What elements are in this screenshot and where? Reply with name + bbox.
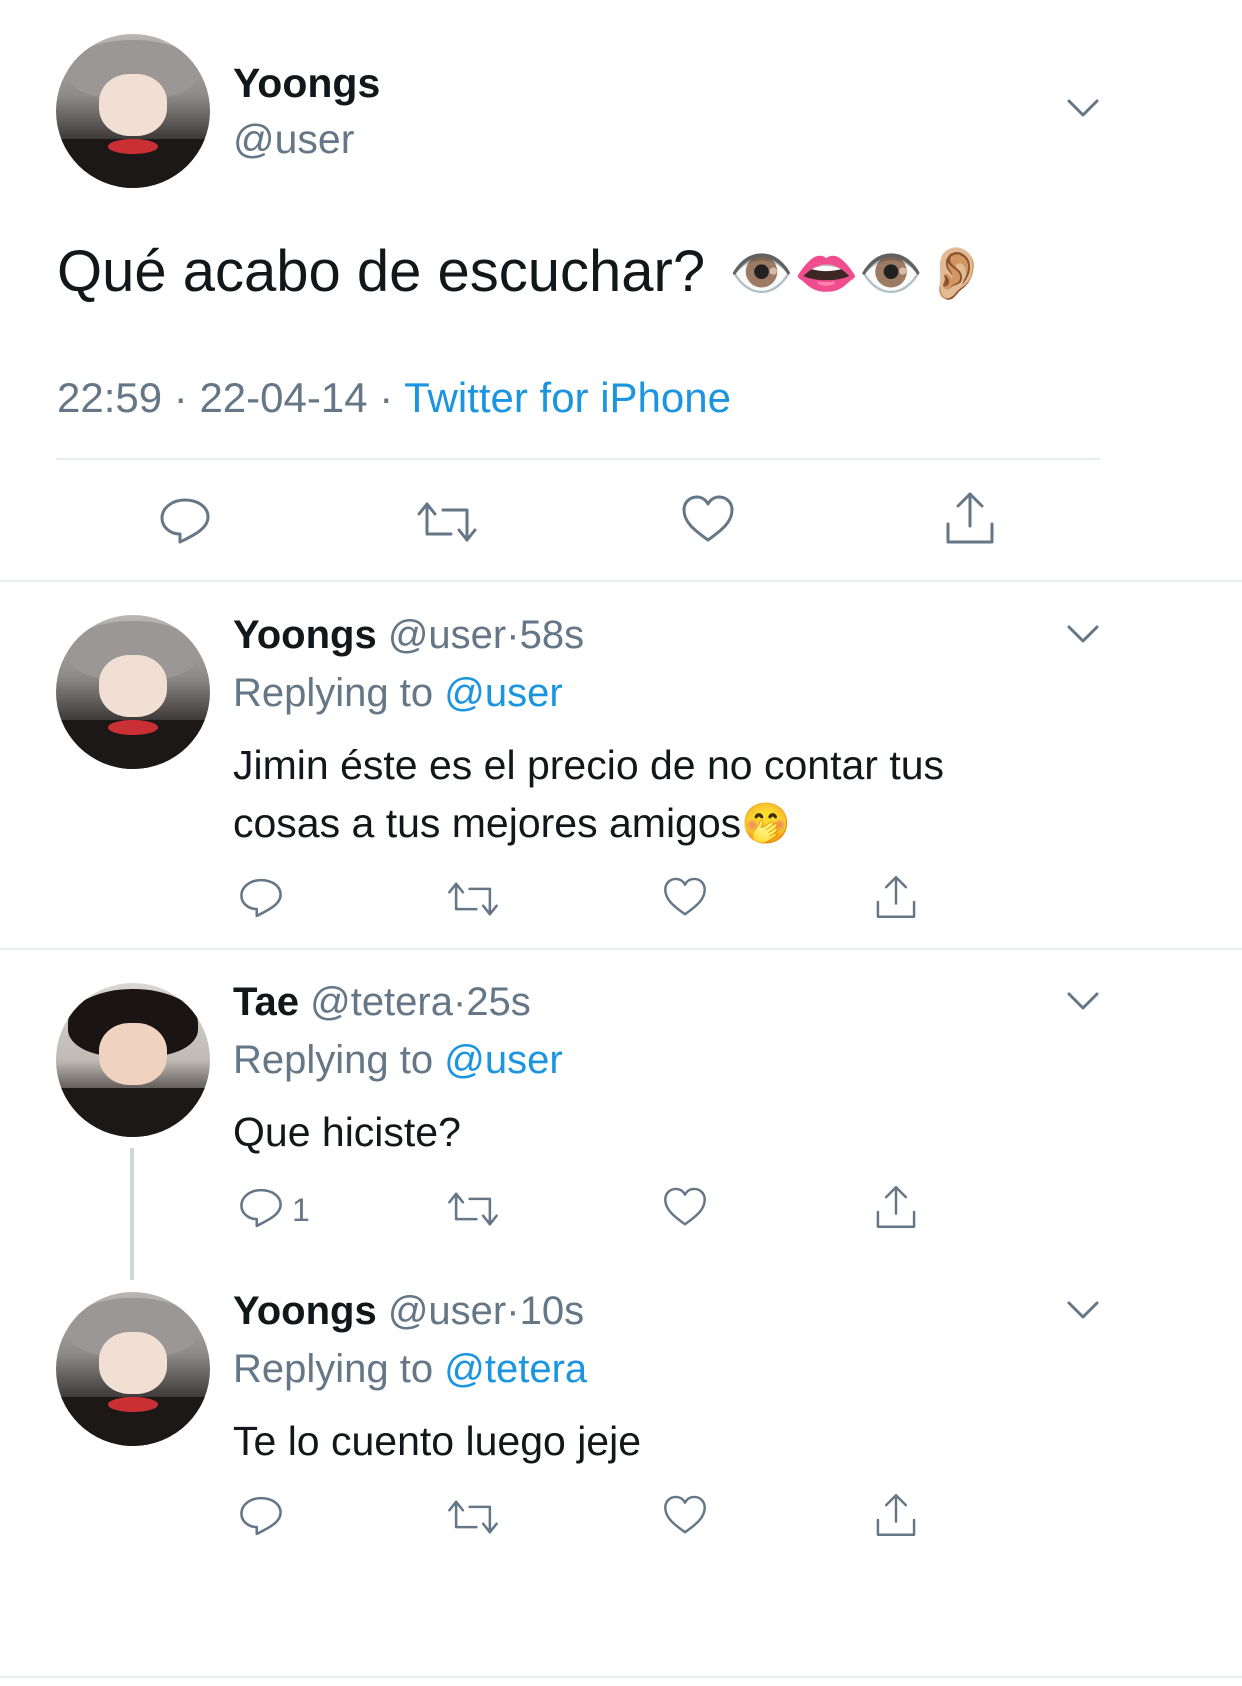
handle[interactable]: @user: [233, 116, 354, 163]
tweet-time: 22:59: [57, 374, 163, 421]
avatar-yoongs[interactable]: [56, 1292, 210, 1446]
display-name[interactable]: Yoongs: [233, 613, 377, 657]
retweet-icon[interactable]: [446, 880, 500, 918]
chevron-down-icon[interactable]: [1066, 622, 1100, 646]
replying-to-handle[interactable]: @user: [444, 1038, 562, 1082]
replying-to: Replying to @user: [233, 1038, 563, 1083]
reply-icon[interactable]: [238, 1186, 284, 1230]
divider: [56, 458, 1100, 460]
handle[interactable]: @tetera: [310, 980, 453, 1024]
chevron-down-icon[interactable]: [1066, 989, 1100, 1013]
tweet-date: 22-04-14: [199, 374, 368, 421]
replying-to-handle[interactable]: @tetera: [444, 1347, 587, 1391]
separator: ·: [452, 980, 467, 1024]
separator: ·: [506, 1289, 520, 1333]
reply-header: Yoongs @user·58s: [233, 613, 584, 658]
divider: [0, 948, 1242, 950]
replying-to-label: Replying to: [233, 1038, 434, 1082]
reply-header: Tae @tetera·25s: [233, 980, 531, 1025]
divider: [0, 1676, 1242, 1678]
reply-text: Que hiciste?: [233, 1109, 461, 1155]
tweet-text-content: Qué acabo de escuchar?: [57, 239, 706, 304]
like-icon[interactable]: [662, 876, 708, 918]
avatar-tae[interactable]: [56, 983, 210, 1137]
tweet-age: 25s: [466, 980, 531, 1024]
reply-icon[interactable]: [238, 876, 284, 920]
reply-text-line2: cosas a tus mejores amigos🤭: [233, 800, 791, 847]
separator: ·: [379, 374, 394, 421]
tweet-age: 58s: [519, 613, 585, 657]
handle[interactable]: @user: [388, 1289, 506, 1333]
retweet-icon[interactable]: [415, 500, 479, 544]
separator: ·: [506, 613, 520, 657]
reply-emoji: 🤭: [741, 802, 791, 846]
reply-text-line1: Jimin éste es el precio de no contar tus: [233, 742, 945, 788]
reply-text: Te lo cuento luego jeje: [233, 1418, 642, 1464]
display-name[interactable]: Tae: [233, 980, 299, 1024]
retweet-icon[interactable]: [446, 1190, 500, 1228]
like-icon[interactable]: [662, 1494, 708, 1536]
share-icon[interactable]: [874, 1184, 918, 1230]
thread-line: [130, 1148, 134, 1280]
tweet-text: Qué acabo de escuchar? 👁️👄👁️👂🏼: [57, 238, 988, 305]
replying-to-handle[interactable]: @user: [444, 671, 562, 715]
reply-count: 1: [292, 1192, 310, 1228]
replying-to: Replying to @tetera: [233, 1347, 587, 1392]
like-icon[interactable]: [680, 494, 736, 544]
display-name[interactable]: Yoongs: [233, 60, 380, 107]
retweet-icon[interactable]: [446, 1498, 500, 1536]
reply-header: Yoongs @user·10s: [233, 1289, 584, 1334]
tweet-age: 10s: [519, 1289, 585, 1333]
tweet-source-link[interactable]: Twitter for iPhone: [404, 374, 731, 421]
separator: ·: [173, 374, 188, 421]
chevron-down-icon[interactable]: [1066, 1298, 1100, 1322]
replying-to-label: Replying to: [233, 671, 434, 715]
avatar-yoongs[interactable]: [56, 615, 210, 769]
reply-icon[interactable]: [238, 1494, 284, 1538]
display-name[interactable]: Yoongs: [233, 1289, 377, 1333]
like-icon[interactable]: [662, 1186, 708, 1228]
tweet-meta: 22:59 · 22-04-14 · Twitter for iPhone: [57, 374, 731, 422]
replying-to: Replying to @user: [233, 671, 563, 716]
share-icon[interactable]: [874, 874, 918, 920]
tweet-emojis: 👁️👄👁️👂🏼: [729, 245, 989, 303]
reply-text: cosas a tus mejores amigos: [233, 800, 742, 846]
share-icon[interactable]: [874, 1492, 918, 1538]
handle[interactable]: @user: [388, 613, 506, 657]
divider: [0, 580, 1242, 582]
chevron-down-icon[interactable]: [1066, 96, 1100, 120]
reply-icon[interactable]: [158, 496, 212, 546]
share-icon[interactable]: [944, 490, 996, 546]
replying-to-label: Replying to: [233, 1347, 434, 1391]
avatar-yoongs[interactable]: [56, 34, 210, 188]
